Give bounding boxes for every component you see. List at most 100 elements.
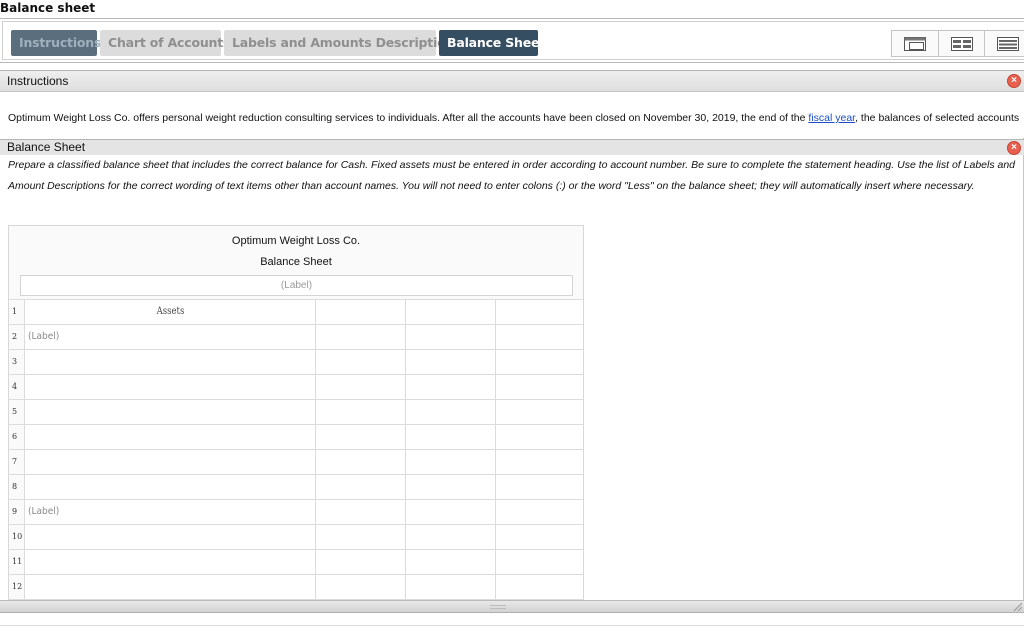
account-label-cell[interactable] <box>25 475 316 499</box>
amount-cell-1[interactable] <box>316 575 406 599</box>
amount-cell-3[interactable] <box>496 475 583 499</box>
amount-cell-2[interactable] <box>406 425 496 449</box>
row-number: 9 <box>9 500 25 524</box>
amount-cell-2[interactable] <box>406 300 496 324</box>
table-row: 11 <box>9 550 583 575</box>
row-number: 6 <box>9 425 25 449</box>
amount-cell-1[interactable] <box>316 375 406 399</box>
amount-cell-2[interactable] <box>406 475 496 499</box>
row-number: 4 <box>9 375 25 399</box>
amount-cell-1[interactable] <box>316 475 406 499</box>
balance-sheet-grid: 1 Assets 2 (Label) 3 4 5 6 7 8 9 (Label) 10 11 12 <box>9 300 583 600</box>
amount-cell-2[interactable] <box>406 350 496 374</box>
tab-chart-of-accounts[interactable]: Chart of Accounts <box>100 30 230 56</box>
amount-cell-2[interactable] <box>406 325 496 349</box>
table-row: 3 <box>9 350 583 375</box>
instructions-panel-title: Instructions <box>7 74 69 88</box>
account-label-cell[interactable] <box>25 550 316 574</box>
row-number: 8 <box>9 475 25 499</box>
tab-toolbar: Instructions Chart of Accounts Labels an… <box>0 18 1024 63</box>
balance-sheet-worksheet: Optimum Weight Loss Co. Balance Sheet (L… <box>8 225 584 601</box>
fiscal-year-link[interactable]: fiscal year <box>808 112 855 124</box>
instructions-text: Optimum Weight Loss Co. offers personal … <box>8 112 1024 124</box>
amount-cell-2[interactable] <box>406 550 496 574</box>
table-row: 2 (Label) <box>9 325 583 350</box>
row-number: 7 <box>9 450 25 474</box>
row-number: 5 <box>9 400 25 424</box>
amount-cell-3[interactable] <box>496 550 583 574</box>
row-number: 1 <box>9 300 25 324</box>
amount-cell-3[interactable] <box>496 450 583 474</box>
table-row: 10 <box>9 525 583 550</box>
tab-toolbar-inner: Instructions Chart of Accounts Labels an… <box>2 21 1024 60</box>
amount-cell-2[interactable] <box>406 400 496 424</box>
account-label-cell[interactable] <box>25 350 316 374</box>
amount-cell-1[interactable] <box>316 500 406 524</box>
account-label-cell[interactable] <box>25 400 316 424</box>
table-row: 1 Assets <box>9 300 583 325</box>
balance-sheet-panel-title: Balance Sheet <box>7 140 86 154</box>
close-instructions-icon[interactable]: × <box>1007 74 1021 88</box>
account-label-cell[interactable] <box>25 525 316 549</box>
account-label-cell[interactable] <box>25 575 316 599</box>
statement-name: Balance Sheet <box>260 256 332 268</box>
account-label-cell[interactable]: (Label) <box>25 325 316 349</box>
resize-grip-icon[interactable] <box>490 605 506 609</box>
account-label-cell[interactable] <box>25 425 316 449</box>
amount-cell-2[interactable] <box>406 525 496 549</box>
resize-corner-icon[interactable] <box>1012 601 1022 611</box>
amount-cell-2[interactable] <box>406 500 496 524</box>
statement-date-select[interactable]: (Label) <box>20 275 573 296</box>
amount-cell-2[interactable] <box>406 575 496 599</box>
amount-cell-3[interactable] <box>496 375 583 399</box>
account-label-cell[interactable] <box>25 450 316 474</box>
instructions-text-after: , the balances of selected accounts <box>855 112 1020 124</box>
table-row: 8 <box>9 475 583 500</box>
panel-resize-bar[interactable] <box>0 600 1024 613</box>
amount-cell-3[interactable] <box>496 325 583 349</box>
single-pane-view-button[interactable] <box>892 31 938 56</box>
table-row: 6 <box>9 425 583 450</box>
account-label-cell[interactable] <box>25 375 316 399</box>
amount-cell-3[interactable] <box>496 350 583 374</box>
amount-cell-3[interactable] <box>496 500 583 524</box>
instructions-text-before: Optimum Weight Loss Co. offers personal … <box>8 112 809 124</box>
amount-cell-2[interactable] <box>406 375 496 399</box>
amount-cell-1[interactable] <box>316 400 406 424</box>
row-number: 12 <box>9 575 25 599</box>
label-placeholder: (Label) <box>28 506 60 517</box>
amount-cell-1[interactable] <box>316 350 406 374</box>
instructions-panel-header: Instructions × <box>0 70 1024 92</box>
statement-heading: Optimum Weight Loss Co. Balance Sheet (L… <box>9 226 583 300</box>
row-number: 10 <box>9 525 25 549</box>
amount-cell-3[interactable] <box>496 425 583 449</box>
close-balance-sheet-icon[interactable]: × <box>1007 141 1021 155</box>
row-number: 11 <box>9 550 25 574</box>
amount-cell-3[interactable] <box>496 300 583 324</box>
split-view-button[interactable] <box>938 31 984 56</box>
amount-cell-3[interactable] <box>496 575 583 599</box>
list-view-button[interactable] <box>984 31 1024 56</box>
account-label-cell[interactable]: Assets <box>25 300 316 324</box>
balance-sheet-panel-header: Balance Sheet × <box>0 139 1024 155</box>
amount-cell-3[interactable] <box>496 400 583 424</box>
tab-instructions[interactable]: Instructions <box>11 30 101 56</box>
tab-labels-and-amounts[interactable]: Labels and Amounts Descriptions <box>224 30 462 56</box>
footer-divider <box>0 625 1024 626</box>
balance-sheet-instructions: Prepare a classified balance sheet that … <box>8 159 1016 192</box>
row-number: 3 <box>9 350 25 374</box>
amount-cell-1[interactable] <box>316 325 406 349</box>
amount-cell-1[interactable] <box>316 450 406 474</box>
amount-cell-1[interactable] <box>316 300 406 324</box>
page-title: Balance sheet <box>0 1 96 15</box>
amount-cell-1[interactable] <box>316 525 406 549</box>
company-name: Optimum Weight Loss Co. <box>231 235 361 247</box>
amount-cell-2[interactable] <box>406 450 496 474</box>
view-mode-group <box>891 30 1024 57</box>
amount-cell-3[interactable] <box>496 525 583 549</box>
amount-cell-1[interactable] <box>316 425 406 449</box>
tab-balance-sheet[interactable]: Balance Sheet <box>439 30 545 56</box>
section-heading: Assets <box>156 306 185 317</box>
account-label-cell[interactable]: (Label) <box>25 500 316 524</box>
amount-cell-1[interactable] <box>316 550 406 574</box>
